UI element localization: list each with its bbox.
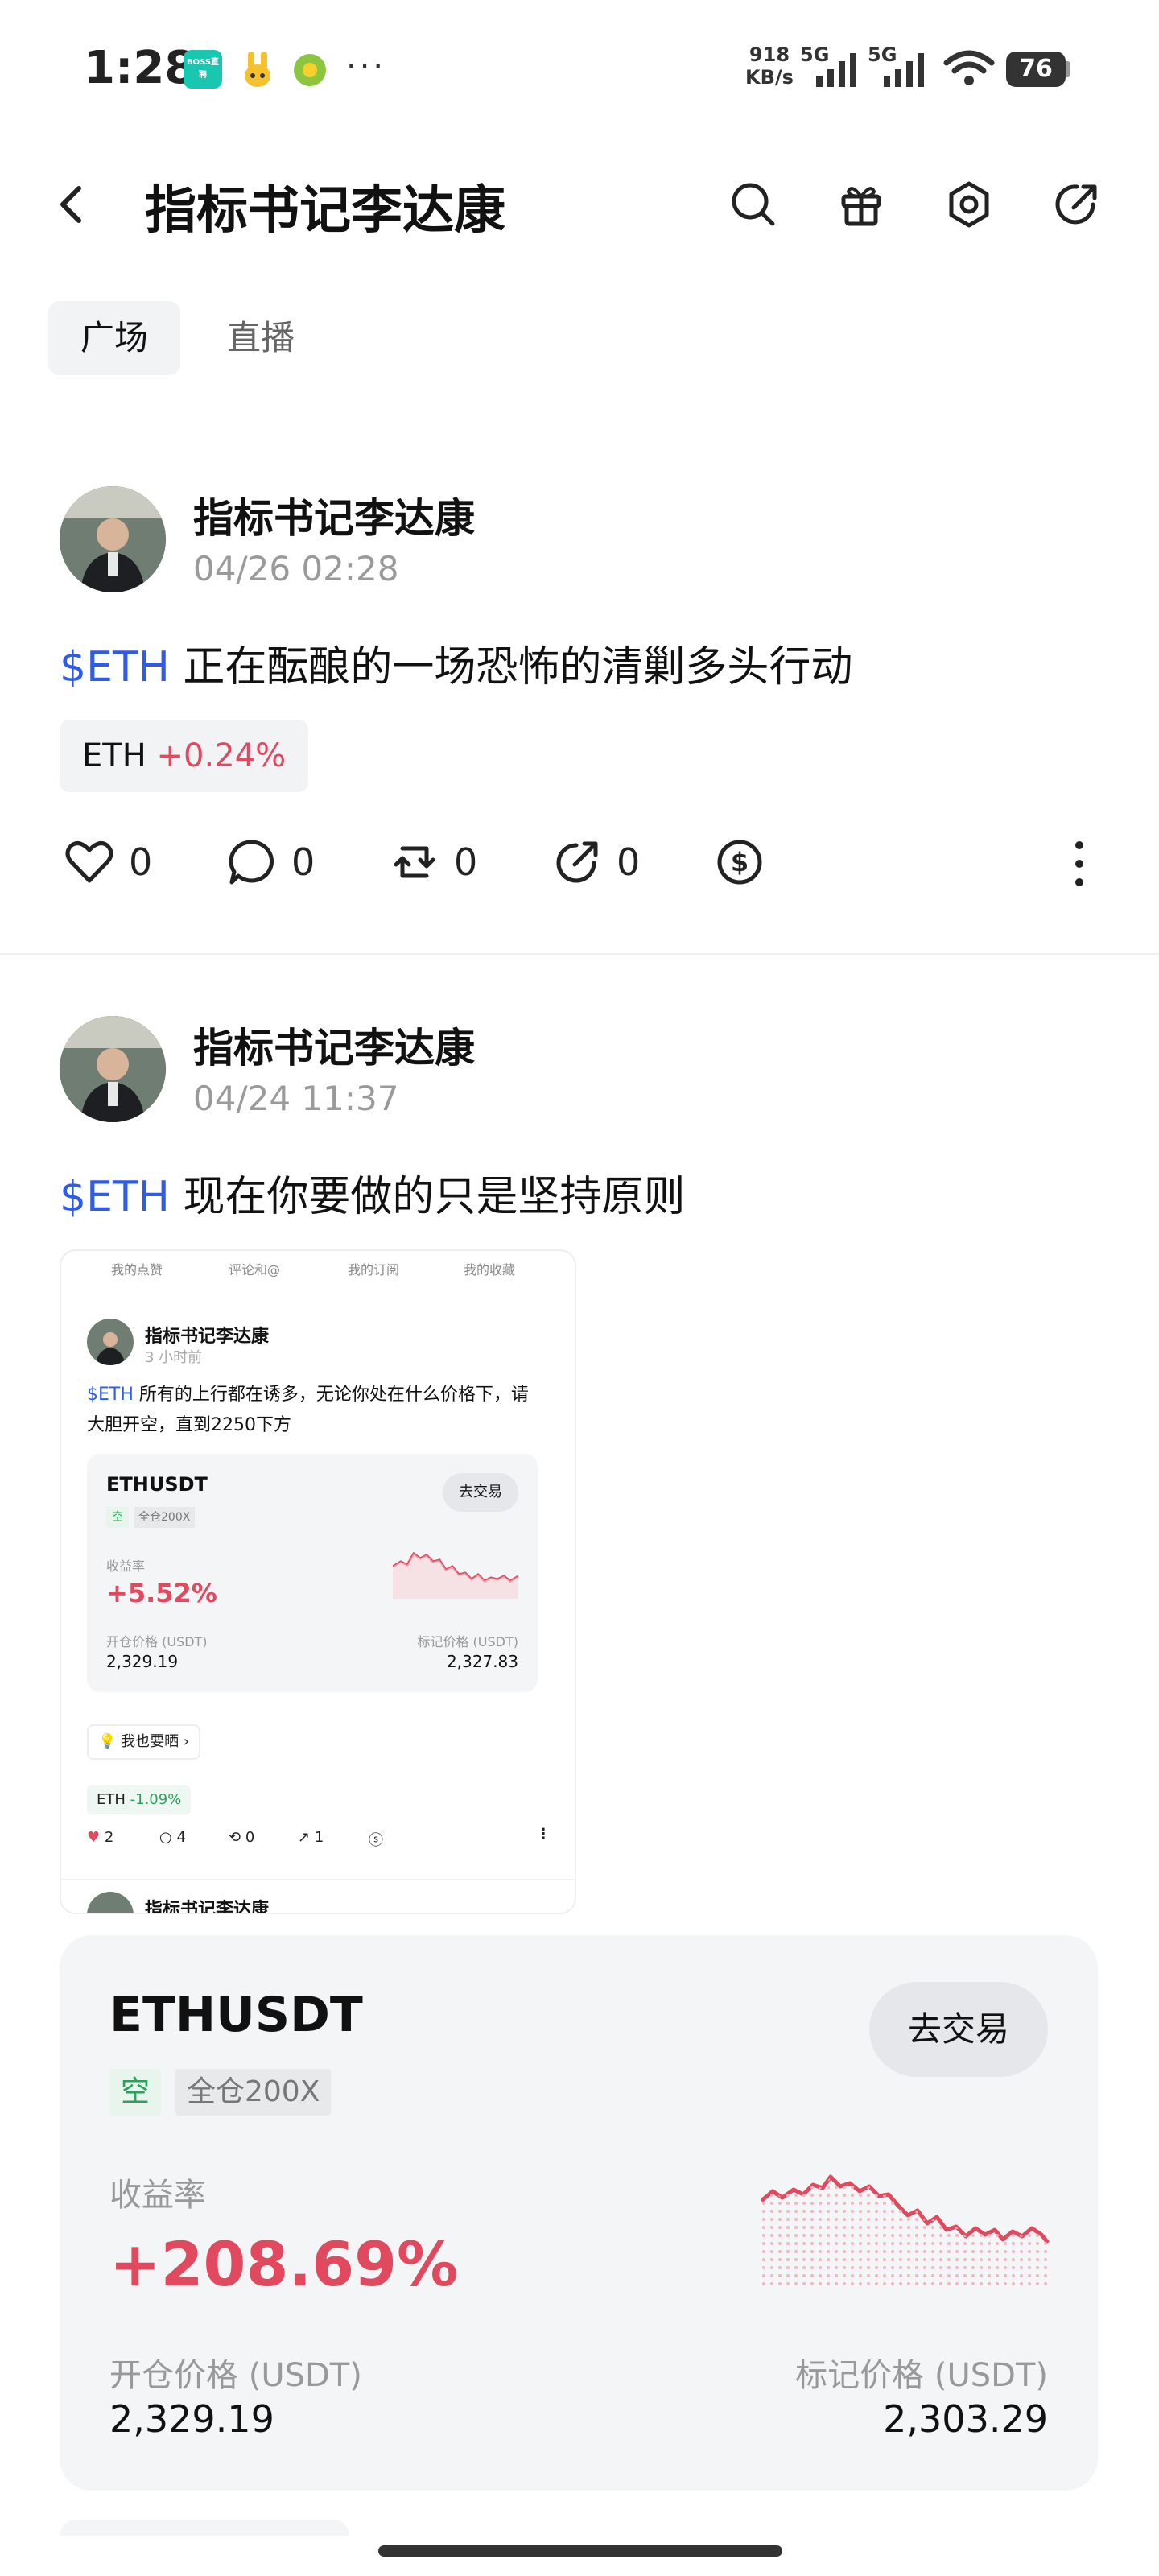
page-title: 指标书记李达康: [145, 181, 505, 241]
post-image[interactable]: 我的点赞 评论和@ 我的订阅 我的收藏 指标书记李达康 3 小时前 $ETH 所…: [60, 1249, 576, 1914]
avatar[interactable]: [60, 1016, 166, 1122]
more-notifications-icon: ···: [346, 48, 387, 85]
tab-live[interactable]: 直播: [195, 301, 327, 375]
coin-tag-link[interactable]: $ETH: [60, 1173, 170, 1221]
img-like: ♥ 2: [87, 1829, 114, 1846]
position-card[interactable]: ETHUSDT 去交易 空 全仓200X 收益率 +208.69% 开仓价格 (…: [60, 1935, 1098, 2491]
img-comment: ○ 4: [159, 1829, 186, 1846]
img-avatar-next: [87, 1892, 134, 1913]
share-icon[interactable]: [1045, 172, 1109, 237]
img-share: ↗ 1: [298, 1829, 324, 1846]
img-mark-label: 标记价格 (USDT): [417, 1634, 518, 1649]
tab-square[interactable]: 广场: [48, 301, 180, 375]
leverage-badge: 全仓200X: [175, 2069, 332, 2116]
status-time: 1:28: [84, 42, 196, 94]
share-button[interactable]: 0: [549, 834, 640, 890]
repost-button[interactable]: 0: [386, 834, 477, 890]
img-more: ⋮: [536, 1826, 551, 1843]
like-button[interactable]: 0: [61, 834, 152, 890]
img-author: 指标书记李达康: [145, 1327, 270, 1347]
post-time: 04/26 02:28: [193, 549, 399, 588]
img-open-price: 2,329.19: [106, 1652, 179, 1671]
img-open-label: 开仓价格 (USDT): [106, 1634, 208, 1649]
img-share-chip: 💡 我也要晒 ›: [87, 1724, 201, 1760]
post-author[interactable]: 指标书记李达康: [193, 1016, 475, 1074]
img-trade-button: 去交易: [443, 1473, 518, 1512]
img-next-author: 指标书记李达康: [145, 1900, 270, 1914]
img-roi-label: 收益率: [106, 1558, 146, 1574]
coin-tag-link[interactable]: $ETH: [60, 643, 170, 691]
rabbit-app-icon: [238, 48, 277, 90]
battery-level: 76: [1006, 52, 1066, 87]
post-text: $ETH 现在你要做的只是坚持原则: [60, 1173, 686, 1221]
img-symbol: ETHUSDT: [106, 1473, 208, 1496]
gift-icon[interactable]: [829, 172, 893, 237]
img-roi: +5.52%: [106, 1578, 217, 1608]
post-author[interactable]: 指标书记李达康: [193, 486, 475, 544]
img-post-text: $ETH 所有的上行都在诱多，无论你处在什么价格下，请大胆开空，直到2250下方: [87, 1385, 529, 1435]
search-icon[interactable]: [721, 172, 786, 237]
mark-price: 2,303.29: [883, 2397, 1048, 2441]
img-tab: 我的收藏: [464, 1262, 516, 1278]
trade-button[interactable]: 去交易: [869, 1982, 1048, 2077]
side-badge: 空: [109, 2069, 161, 2116]
img-tip: ⓢ: [369, 1832, 383, 1849]
next-card-peek: [60, 2520, 349, 2536]
coin-chip[interactable]: ETH +0.24%: [60, 720, 309, 792]
img-avatar: [87, 1319, 134, 1365]
roi-label: 收益率: [109, 2177, 206, 2214]
signal-icon-2: [877, 53, 929, 92]
mark-price-label: 标记价格 (USDT): [795, 2357, 1048, 2394]
img-sparkline: [392, 1542, 522, 1602]
img-mark-price: 2,327.83: [446, 1652, 518, 1671]
more-options-icon[interactable]: [1067, 837, 1091, 890]
home-indicator[interactable]: [378, 2545, 782, 2557]
back-icon[interactable]: [40, 172, 105, 237]
svg-text:$: $: [731, 847, 749, 877]
img-tab: 评论和@: [229, 1262, 281, 1278]
signal-icon-1: [810, 53, 861, 92]
roi-value: +208.69%: [109, 2228, 459, 2300]
avatar[interactable]: [60, 486, 166, 592]
post-time: 04/24 11:37: [193, 1079, 399, 1118]
open-price: 2,329.19: [109, 2397, 274, 2441]
settings-icon[interactable]: [937, 172, 1001, 237]
img-leverage-badge: 全仓200X: [134, 1507, 196, 1528]
net-speed: 918 KB/s: [745, 43, 794, 89]
img-divider: [61, 1879, 575, 1880]
img-repost: ⟲ 0: [229, 1829, 255, 1846]
boss-app-icon: BOSS直聘: [184, 50, 222, 89]
comment-button[interactable]: 0: [224, 834, 315, 890]
img-tab: 我的订阅: [348, 1262, 400, 1278]
open-price-label: 开仓价格 (USDT): [109, 2357, 362, 2394]
tip-button[interactable]: $: [711, 834, 779, 890]
battery-tip: [1066, 61, 1070, 77]
position-symbol: ETHUSDT: [109, 1987, 363, 2043]
img-position-card: ETHUSDT 去交易 空 全仓200X 收益率 +5.52% 开仓价格 (US…: [87, 1454, 538, 1692]
img-coin-chip: ETH -1.09%: [87, 1785, 192, 1814]
post-text: $ETH 正在酝酿的一场恐怖的清剿多头行动: [60, 643, 853, 691]
green-app-icon: [291, 52, 328, 89]
price-sparkline: [760, 2153, 1051, 2293]
post-divider: [0, 953, 1159, 955]
img-time: 3 小时前: [145, 1349, 203, 1366]
wifi-icon: [943, 50, 995, 92]
img-side-badge: 空: [106, 1507, 129, 1528]
img-tab: 我的点赞: [111, 1262, 163, 1278]
